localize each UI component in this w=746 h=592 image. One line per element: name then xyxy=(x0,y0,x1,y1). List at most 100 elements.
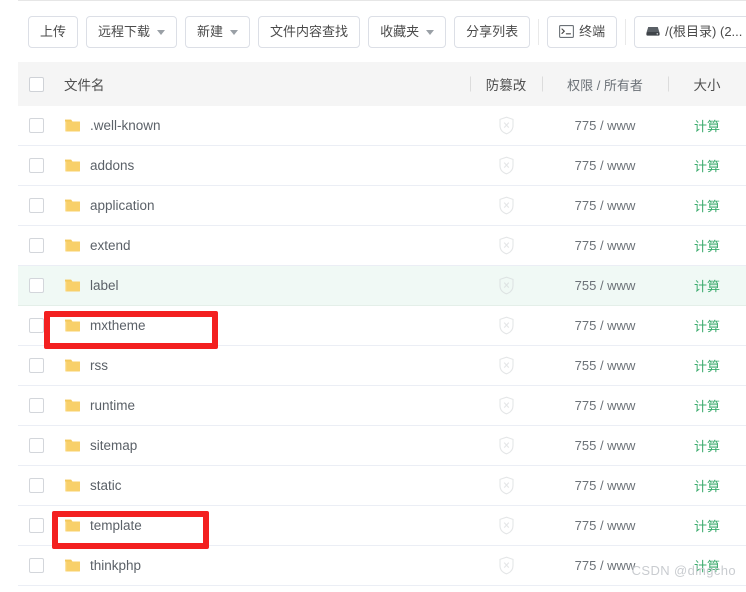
shield-disabled-icon[interactable] xyxy=(498,276,515,295)
row-filename-cell: label xyxy=(54,278,470,293)
row-checkbox[interactable] xyxy=(29,198,44,213)
row-filename-label[interactable]: rss xyxy=(90,358,108,373)
calculate-size-link[interactable]: 计算 xyxy=(694,119,720,134)
row-permissions-cell[interactable]: 775 / www xyxy=(542,118,668,133)
calculate-size-link[interactable]: 计算 xyxy=(694,519,720,534)
table-row[interactable]: sitemap 755 / www 计算 xyxy=(18,426,746,466)
file-manager-screen: 上传远程下载新建文件内容查找收藏夹分享列表终端/(根目录) (2...企业级防 … xyxy=(0,0,746,592)
row-permissions-cell[interactable]: 775 / www xyxy=(542,318,668,333)
row-filename-label[interactable]: static xyxy=(90,478,122,493)
calculate-size-link[interactable]: 计算 xyxy=(694,319,720,334)
row-filename-label[interactable]: label xyxy=(90,278,119,293)
row-checkbox[interactable] xyxy=(29,518,44,533)
row-checkbox[interactable] xyxy=(29,238,44,253)
row-filename-label[interactable]: template xyxy=(90,518,142,533)
row-filename-label[interactable]: thinkphp xyxy=(90,558,141,573)
row-checkbox[interactable] xyxy=(29,478,44,493)
row-permissions-cell[interactable]: 775 / www xyxy=(542,158,668,173)
row-checkbox[interactable] xyxy=(29,118,44,133)
row-size-cell: 计算 xyxy=(668,116,746,135)
calculate-size-link[interactable]: 计算 xyxy=(694,479,720,494)
column-header-permissions[interactable]: 权限 / 所有者 xyxy=(542,75,668,94)
table-row[interactable]: rss 755 / www 计算 xyxy=(18,346,746,386)
row-filename-cell: .well-known xyxy=(54,118,470,133)
calculate-size-link[interactable]: 计算 xyxy=(694,239,720,254)
shield-disabled-icon[interactable] xyxy=(498,116,515,135)
toolbar-button-6[interactable]: 分享列表 xyxy=(454,16,530,48)
row-checkbox[interactable] xyxy=(29,158,44,173)
table-row[interactable]: template 775 / www 计算 xyxy=(18,506,746,546)
toolbar-button-2[interactable]: 远程下载 xyxy=(86,16,177,48)
folder-icon xyxy=(64,158,81,173)
shield-disabled-icon[interactable] xyxy=(498,356,515,375)
row-permissions-cell[interactable]: 775 / www xyxy=(542,198,668,213)
folder-icon xyxy=(64,238,81,253)
row-checkbox[interactable] xyxy=(29,278,44,293)
column-header-size-label: 大小 xyxy=(694,78,721,93)
row-checkbox[interactable] xyxy=(29,358,44,373)
table-row[interactable]: runtime 775 / www 计算 xyxy=(18,386,746,426)
shield-disabled-icon[interactable] xyxy=(498,436,515,455)
toolbar-button-4[interactable]: 文件内容查找 xyxy=(258,16,360,48)
row-permissions-cell[interactable]: 755 / www xyxy=(542,278,668,293)
table-row[interactable]: .well-known 775 / www 计算 xyxy=(18,106,746,146)
row-permissions-cell[interactable]: 755 / www xyxy=(542,438,668,453)
row-permissions-cell[interactable]: 775 / www xyxy=(542,478,668,493)
shield-disabled-icon[interactable] xyxy=(498,236,515,255)
row-permissions-label: 755 / www xyxy=(575,278,636,293)
row-permissions-cell[interactable]: 755 / www xyxy=(542,358,668,373)
row-filename-label[interactable]: mxtheme xyxy=(90,318,146,333)
select-all-cell xyxy=(18,77,54,92)
row-permissions-cell[interactable]: 775 / www xyxy=(542,518,668,533)
toolbar-button-8[interactable]: /(根目录) (2... xyxy=(634,16,746,48)
calculate-size-link[interactable]: 计算 xyxy=(694,359,720,374)
row-filename-cell: rss xyxy=(54,358,470,373)
row-filename-label[interactable]: runtime xyxy=(90,398,135,413)
row-filename-label[interactable]: application xyxy=(90,198,155,213)
row-checkbox[interactable] xyxy=(29,318,44,333)
table-row[interactable]: static 775 / www 计算 xyxy=(18,466,746,506)
select-all-checkbox[interactable] xyxy=(29,77,44,92)
calculate-size-link[interactable]: 计算 xyxy=(694,439,720,454)
row-filename-label[interactable]: extend xyxy=(90,238,131,253)
row-size-cell: 计算 xyxy=(668,356,746,375)
shield-disabled-icon[interactable] xyxy=(498,316,515,335)
row-select-cell xyxy=(18,198,54,213)
table-row[interactable]: mxtheme 775 / www 计算 xyxy=(18,306,746,346)
folder-icon xyxy=(64,518,81,533)
row-permissions-cell[interactable]: 775 / www xyxy=(542,238,668,253)
row-checkbox[interactable] xyxy=(29,438,44,453)
table-row[interactable]: label 755 / www 计算 xyxy=(18,266,746,306)
toolbar-button-5[interactable]: 收藏夹 xyxy=(368,16,446,48)
row-guard-cell xyxy=(470,156,542,175)
row-filename-label[interactable]: .well-known xyxy=(90,118,161,133)
calculate-size-link[interactable]: 计算 xyxy=(694,279,720,294)
table-row[interactable]: application 775 / www 计算 xyxy=(18,186,746,226)
table-row[interactable]: extend 775 / www 计算 xyxy=(18,226,746,266)
column-header-filename[interactable]: 文件名 xyxy=(54,74,470,94)
shield-disabled-icon[interactable] xyxy=(498,396,515,415)
shield-disabled-icon[interactable] xyxy=(498,516,515,535)
shield-disabled-icon[interactable] xyxy=(498,156,515,175)
row-filename-label[interactable]: addons xyxy=(90,158,134,173)
shield-disabled-icon[interactable] xyxy=(498,196,515,215)
calculate-size-link[interactable]: 计算 xyxy=(694,159,720,174)
column-header-size[interactable]: 大小 xyxy=(668,74,746,94)
calculate-size-link[interactable]: 计算 xyxy=(694,399,720,414)
watermark: CSDN @dingcho xyxy=(632,563,736,578)
folder-icon xyxy=(64,118,81,133)
row-filename-label[interactable]: sitemap xyxy=(90,438,137,453)
shield-disabled-icon[interactable] xyxy=(498,476,515,495)
column-header-guard[interactable]: 防篡改 xyxy=(470,74,542,94)
row-permissions-cell[interactable]: 775 / www xyxy=(542,398,668,413)
toolbar-button-1[interactable]: 上传 xyxy=(28,16,78,48)
row-checkbox[interactable] xyxy=(29,398,44,413)
toolbar-button-7[interactable]: 终端 xyxy=(547,16,617,48)
toolbar-button-3[interactable]: 新建 xyxy=(185,16,250,48)
row-size-cell: 计算 xyxy=(668,236,746,255)
calculate-size-link[interactable]: 计算 xyxy=(694,199,720,214)
table-row[interactable]: addons 775 / www 计算 xyxy=(18,146,746,186)
shield-disabled-icon[interactable] xyxy=(498,556,515,575)
row-checkbox[interactable] xyxy=(29,558,44,573)
toolbar-button-label: 新建 xyxy=(197,25,223,38)
